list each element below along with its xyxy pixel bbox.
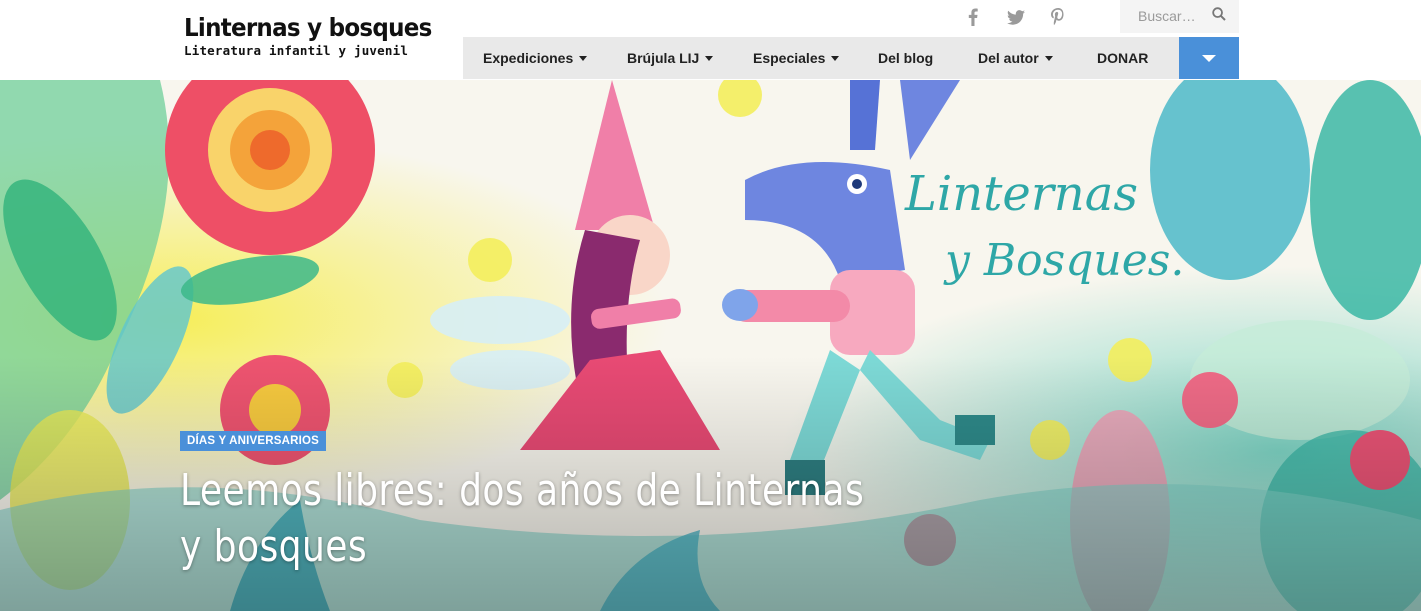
hero-caption: DÍAS Y ANIVERSARIOS Leemos libres: dos a… xyxy=(180,431,900,575)
caret-down-icon xyxy=(831,55,840,61)
nav-item-brujula-lij[interactable]: Brújula LIJ xyxy=(627,37,714,79)
nav-item-label: Especiales xyxy=(753,50,826,66)
search-box xyxy=(1120,0,1239,33)
main-nav: Expediciones Brújula LIJ Especiales Del … xyxy=(463,37,1179,79)
site-subtitle: Literatura infantil y juvenil xyxy=(184,43,409,58)
hero-featured-post[interactable]: Linternas y Bosques. DÍAS Y ANIVERSARIOS… xyxy=(0,80,1421,611)
nav-item-del-blog[interactable]: Del blog xyxy=(878,37,933,79)
nav-item-label: Brújula LIJ xyxy=(627,50,700,66)
twitter-icon[interactable] xyxy=(1004,5,1028,29)
nav-item-label: Expediciones xyxy=(483,50,574,66)
category-badge[interactable]: DÍAS Y ANIVERSARIOS xyxy=(180,431,327,451)
nav-item-especiales[interactable]: Especiales xyxy=(753,37,840,79)
nav-item-label: Del autor xyxy=(978,50,1039,66)
nav-item-label: Del blog xyxy=(878,50,934,66)
site-logo[interactable]: Linternas y bosques Literatura infantil … xyxy=(184,14,453,59)
nav-more-toggle[interactable] xyxy=(1179,37,1239,79)
search-input[interactable] xyxy=(1138,8,1216,24)
nav-item-donar[interactable]: DONAR xyxy=(1097,37,1148,79)
caret-down-icon xyxy=(1044,55,1053,61)
nav-item-del-autor[interactable]: Del autor xyxy=(978,37,1053,79)
facebook-icon[interactable] xyxy=(962,5,984,29)
search-icon[interactable] xyxy=(1212,7,1226,26)
site-header: Linternas y bosques Literatura infantil … xyxy=(0,0,1421,80)
nav-item-expediciones[interactable]: Expediciones xyxy=(483,37,588,79)
nav-item-label: DONAR xyxy=(1097,50,1149,66)
site-title[interactable]: Linternas y bosques xyxy=(184,14,432,42)
chevron-down-icon xyxy=(1202,54,1216,62)
hero-post-title[interactable]: Leemos libres: dos años de Linternas y b… xyxy=(180,463,885,575)
pinterest-icon[interactable] xyxy=(1047,5,1069,29)
caret-down-icon xyxy=(705,55,714,61)
caret-down-icon xyxy=(579,55,588,61)
